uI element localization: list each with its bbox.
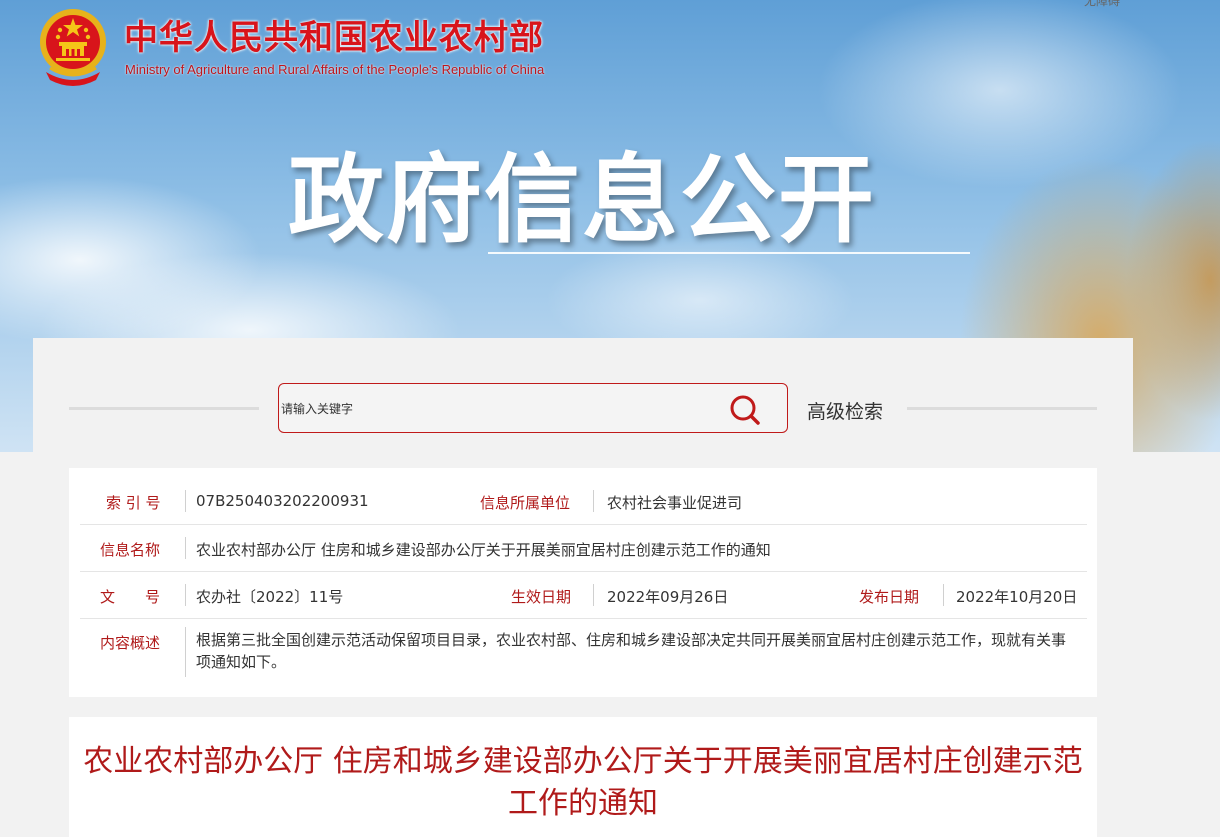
search-input[interactable] [279,396,723,422]
ministry-name-cn[interactable]: 中华人民共和国农业农村部 [124,10,544,59]
divider [593,584,594,606]
search-left-divider [69,407,259,410]
info-row-name: 信息名称 农业农村部办公厅 住房和城乡建设部办公厅关于开展美丽宜居村庄创建示范工… [80,525,1087,572]
search-box [278,383,788,433]
unit-value: 农村社会事业促进司 [607,494,743,512]
summary-value: 根据第三批全国创建示范活动保留项目目录，农业农村部、住房和城乡建设部决定共同开展… [196,631,1067,671]
article-title: 农业农村部办公厅 住房和城乡建设部办公厅关于开展美丽宜居村庄创建示范工作的通知 [83,744,1083,821]
publish-date-label: 发布日期 [859,588,920,606]
info-row-summary: 内容概述 根据第三批全国创建示范活动保留项目目录，农业农村部、住房和城乡建设部决… [80,619,1087,679]
search-icon[interactable] [727,392,763,428]
advanced-search-link[interactable]: 高级检索 [807,397,883,424]
info-table: 索 引 号 07B250403202200931 信息所属单位 农村社会事业促进… [69,468,1097,697]
hero-divider [488,252,970,254]
national-emblem-icon [40,9,106,86]
accessibility-link[interactable]: 无障碍 [1084,0,1120,9]
index-label: 索 引 号 [106,494,161,512]
hero-title: 政府信息公开 [288,144,876,256]
divider [185,584,186,606]
doc-number-label: 文 号 [100,588,161,606]
divider [593,490,594,512]
effective-date-value: 2022年09月26日 [607,588,729,606]
divider [185,627,186,677]
summary-label: 内容概述 [100,634,161,652]
publish-date-value: 2022年10月20日 [956,588,1078,606]
info-row-doc: 文 号 农办社〔2022〕11号 生效日期 2022年09月26日 发布日期 2… [80,572,1087,619]
divider [185,537,186,559]
divider [185,490,186,512]
divider [943,584,944,606]
doc-number-value: 农办社〔2022〕11号 [196,588,344,606]
name-value: 农业农村部办公厅 住房和城乡建设部办公厅关于开展美丽宜居村庄创建示范工作的通知 [196,541,771,559]
search-right-divider [907,407,1097,410]
unit-label: 信息所属单位 [480,494,571,512]
article-body: 农业农村部办公厅 住房和城乡建设部办公厅关于开展美丽宜居村庄创建示范工作的通知 [69,717,1097,837]
info-row-index: 索 引 号 07B250403202200931 信息所属单位 农村社会事业促进… [80,478,1087,525]
index-value: 07B250403202200931 [196,492,369,510]
name-label: 信息名称 [100,541,161,559]
effective-date-label: 生效日期 [511,588,572,606]
ministry-name-en[interactable]: Ministry of Agriculture and Rural Affair… [125,62,544,77]
